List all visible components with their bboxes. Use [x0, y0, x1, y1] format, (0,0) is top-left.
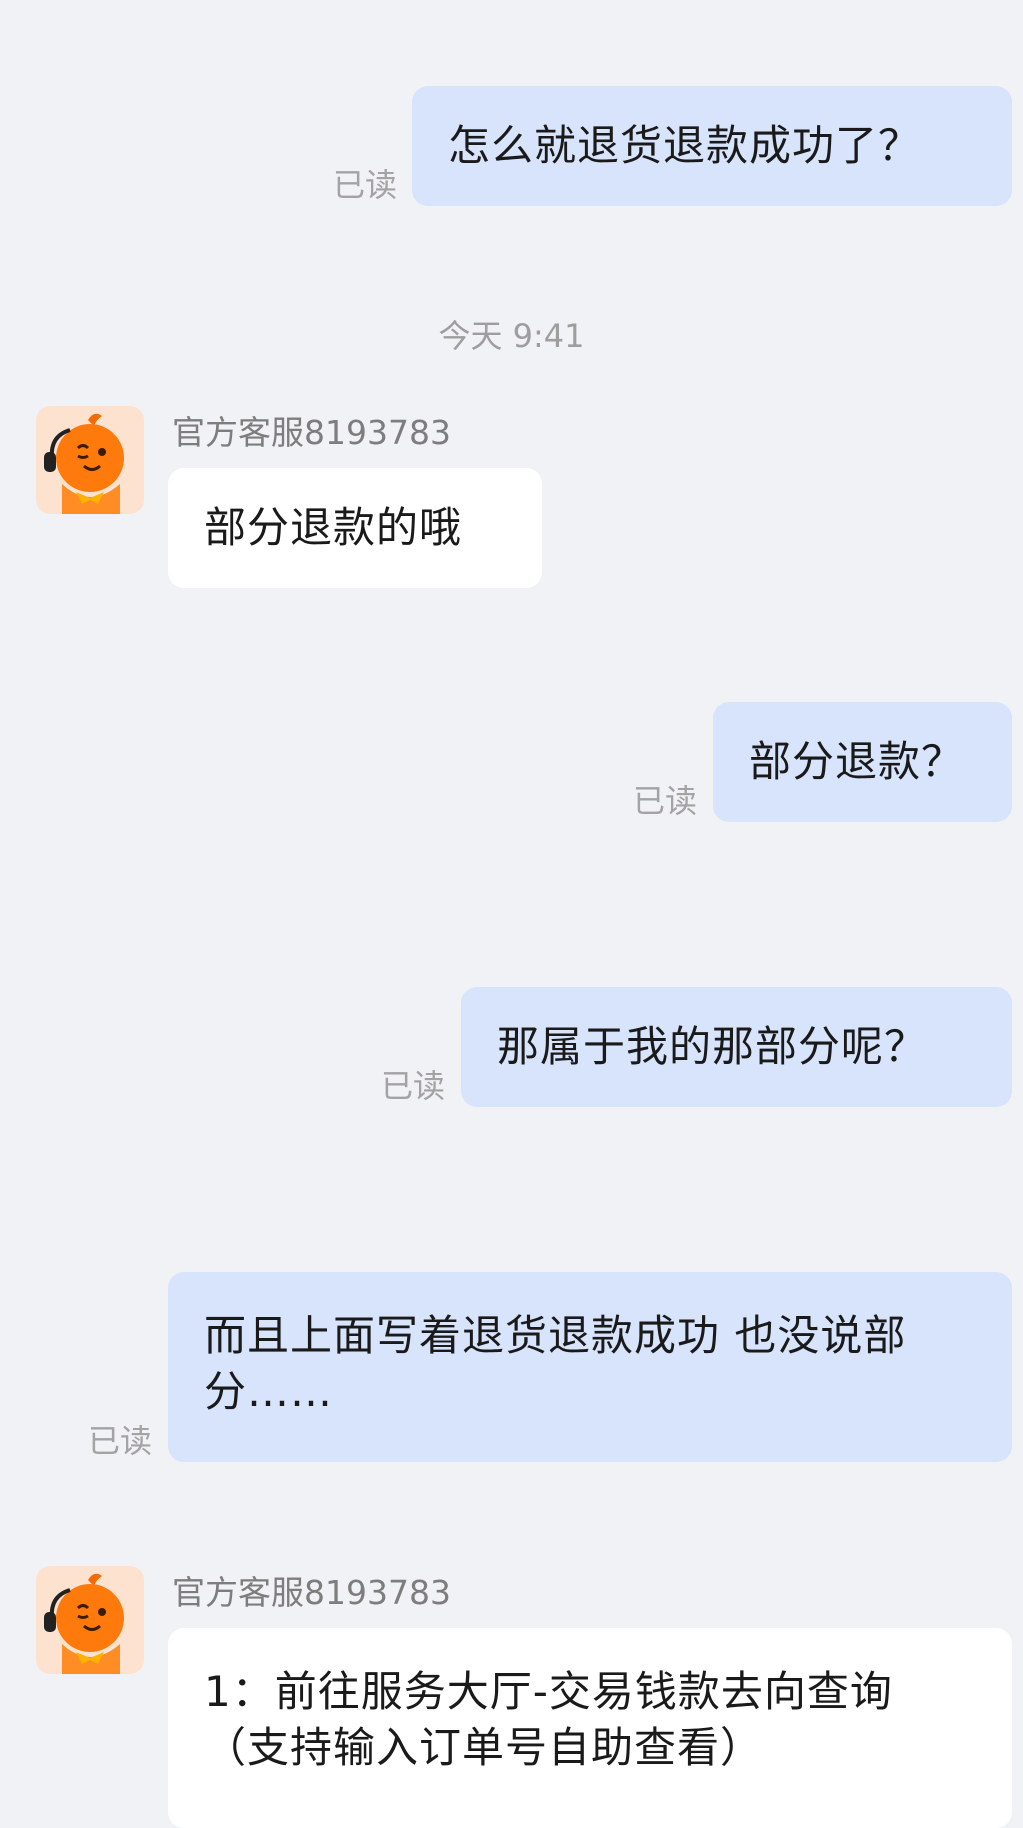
read-receipt: 已读 [633, 782, 698, 820]
user-message-bubble[interactable]: 而且上面写着退货退款成功 也没说部分…… [168, 1272, 1012, 1462]
orange-mascot-icon [36, 1566, 144, 1674]
agent-name: 官方客服8193783 [172, 413, 451, 452]
read-receipt: 已读 [381, 1067, 446, 1105]
agent-message-bubble[interactable]: 部分退款的哦 [168, 468, 542, 588]
agent-message-bubble[interactable]: 1：前往服务大厅-交易钱款去向查询（支持输入订单号自助查看） [168, 1628, 1012, 1828]
user-message-bubble[interactable]: 部分退款？ [713, 702, 1012, 822]
message-text: 1：前往服务大厅-交易钱款去向查询（支持输入订单号自助查看） [204, 1667, 893, 1772]
user-message-bubble[interactable]: 怎么就退货退款成功了？ [412, 86, 1012, 206]
orange-mascot-icon [36, 406, 144, 514]
agent-name: 官方客服8193783 [172, 1573, 451, 1612]
chat-timestamp: 今天 9:41 [438, 317, 585, 355]
user-message-bubble[interactable]: 那属于我的那部分呢？ [461, 987, 1012, 1107]
message-text: 部分退款的哦 [204, 503, 463, 552]
read-receipt: 已读 [88, 1422, 153, 1460]
read-receipt: 已读 [333, 166, 398, 204]
message-text: 怎么就退货退款成功了？ [448, 121, 922, 170]
message-text: 而且上面写着退货退款成功 也没说部分…… [204, 1311, 907, 1416]
agent-avatar-icon[interactable] [36, 406, 144, 514]
agent-avatar-icon[interactable] [36, 1566, 144, 1674]
message-text: 那属于我的那部分呢？ [497, 1022, 928, 1071]
message-text: 部分退款？ [749, 737, 965, 786]
